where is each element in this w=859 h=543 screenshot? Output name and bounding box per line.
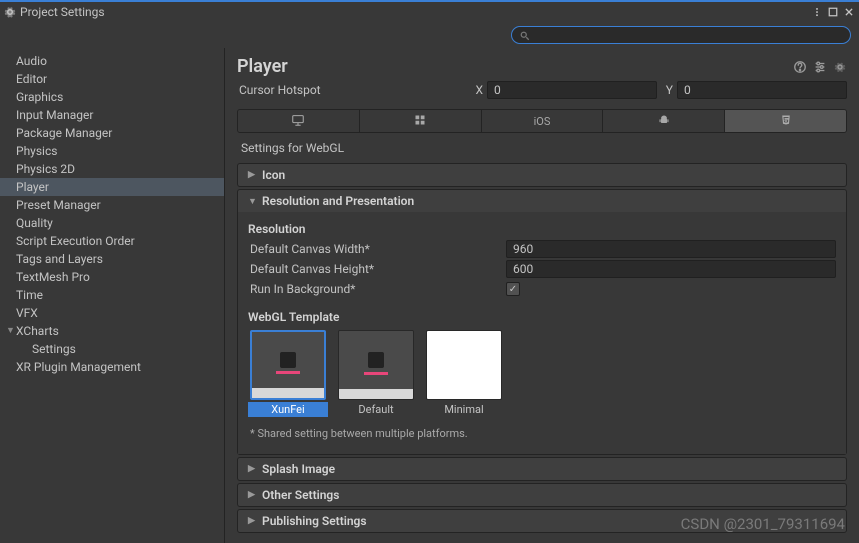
cursor-hotspot-label: Cursor Hotspot [237,83,471,97]
sidebar-item-package-manager[interactable]: Package Manager [0,124,224,142]
section-icon-header[interactable]: ▶ Icon [238,164,846,186]
android-icon [658,114,670,129]
y-label: Y [661,83,673,97]
search-icon [520,30,530,40]
canvas-width-input[interactable] [506,240,836,258]
section-label: Other Settings [262,488,339,502]
searchbar-row [0,22,859,48]
section-other-header[interactable]: ▶ Other Settings [238,484,846,506]
sidebar-item-graphics[interactable]: Graphics [0,88,224,106]
chevron-right-icon: ▶ [248,516,256,526]
sidebar-item-tags-layers[interactable]: Tags and Layers [0,250,224,268]
presets-icon[interactable] [813,60,827,74]
template-thumb [338,330,414,400]
platform-tabs: iOS [237,109,847,133]
sidebar-item-editor[interactable]: Editor [0,70,224,88]
section-label: Icon [262,168,285,182]
run-bg-label: Run In Background* [248,282,506,296]
template-label: Minimal [424,402,504,417]
resolution-subheader: Resolution [248,222,836,236]
sidebar-item-label: XCharts [16,323,59,339]
sidebar: Audio Editor Graphics Input Manager Pack… [0,48,225,543]
titlebar: Project Settings [0,0,859,22]
section-other: ▶ Other Settings [237,483,847,507]
monitor-icon [291,113,305,130]
menu-icon[interactable] [811,6,823,18]
template-row: XunFei Default Minimal [248,330,836,417]
sidebar-item-vfx[interactable]: VFX [0,304,224,322]
settings-for-label: Settings for WebGL [237,137,847,163]
canvas-height-label: Default Canvas Height* [248,262,506,276]
canvas-height-input[interactable] [506,260,836,278]
sidebar-item-xr-plugin[interactable]: XR Plugin Management [0,358,224,376]
chevron-down-icon: ▼ [248,196,256,207]
sidebar-item-physics[interactable]: Physics [0,142,224,160]
sidebar-item-xcharts[interactable]: ▼ XCharts [0,322,224,340]
help-icon[interactable] [793,60,807,74]
template-default[interactable]: Default [336,330,416,417]
close-icon[interactable] [843,6,855,18]
x-label: X [471,83,483,97]
run-bg-checkbox[interactable] [506,282,520,296]
tab-webgl[interactable] [725,110,846,132]
content-panel: Player Cursor Hotspot X Y [225,48,859,543]
page-title: Player [237,56,288,77]
template-label: Default [336,402,416,417]
chevron-right-icon: ▶ [248,490,256,500]
searchbar[interactable] [511,26,851,44]
window-title: Project Settings [20,5,105,19]
cursor-y-input[interactable] [677,81,847,99]
html5-icon [780,114,792,129]
tab-android[interactable] [603,110,725,132]
chevron-right-icon: ▶ [248,464,256,474]
sidebar-item-audio[interactable]: Audio [0,52,224,70]
template-thumb [426,330,502,400]
sidebar-item-script-execution[interactable]: Script Execution Order [0,232,224,250]
chevron-down-icon: ▼ [6,323,14,339]
template-subheader: WebGL Template [248,310,836,324]
template-label: XunFei [248,402,328,417]
section-label: Resolution and Presentation [262,194,414,208]
section-splash: ▶ Splash Image [237,457,847,481]
sidebar-item-textmesh-pro[interactable]: TextMesh Pro [0,268,224,286]
section-publishing: ▶ Publishing Settings [237,509,847,533]
ios-icon: iOS [534,115,551,128]
section-resolution-header[interactable]: ▼ Resolution and Presentation [238,190,846,212]
canvas-width-label: Default Canvas Width* [248,242,506,256]
section-splash-header[interactable]: ▶ Splash Image [238,458,846,480]
chevron-right-icon: ▶ [248,170,256,180]
shared-footnote: * Shared setting between multiple platfo… [248,417,836,444]
sidebar-item-input-manager[interactable]: Input Manager [0,106,224,124]
gear-icon [4,6,16,18]
template-minimal[interactable]: Minimal [424,330,504,417]
tab-ios[interactable]: iOS [482,110,604,132]
sidebar-item-physics-2d[interactable]: Physics 2D [0,160,224,178]
sidebar-item-preset-manager[interactable]: Preset Manager [0,196,224,214]
template-xunfei[interactable]: XunFei [248,330,328,417]
sidebar-item-time[interactable]: Time [0,286,224,304]
sidebar-item-player[interactable]: Player [0,178,224,196]
tab-standalone[interactable] [238,110,360,132]
sidebar-item-quality[interactable]: Quality [0,214,224,232]
cursor-x-input[interactable] [487,81,657,99]
section-icon: ▶ Icon [237,163,847,187]
sidebar-item-xcharts-settings[interactable]: Settings [0,340,224,358]
windows-icon [414,114,426,129]
search-input[interactable] [534,29,842,42]
section-label: Splash Image [262,462,335,476]
template-thumb [250,330,326,400]
section-resolution: ▼ Resolution and Presentation Resolution… [237,189,847,455]
section-label: Publishing Settings [262,514,367,528]
tab-windows[interactable] [360,110,482,132]
section-publishing-header[interactable]: ▶ Publishing Settings [238,510,846,532]
gear-icon[interactable] [833,60,847,74]
maximize-icon[interactable] [827,6,839,18]
